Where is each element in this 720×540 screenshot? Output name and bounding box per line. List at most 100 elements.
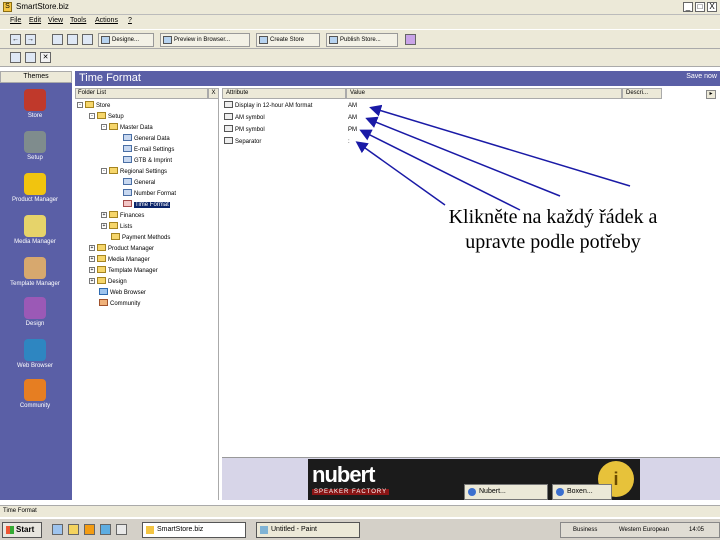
folder-icon: [109, 167, 118, 174]
folder-icon: [109, 123, 118, 130]
menu-file[interactable]: File: [10, 17, 21, 24]
task-paint[interactable]: Untitled - Paint: [256, 522, 360, 538]
title-bar: S SmartStore.biz _ □ X: [0, 0, 720, 15]
designer-button[interactable]: Designe...: [98, 33, 154, 47]
browser-tab-boxen[interactable]: Boxen...: [552, 484, 612, 500]
status-bar: Time Format: [0, 505, 720, 517]
save-icon[interactable]: [25, 52, 36, 63]
folder-icon[interactable]: [52, 34, 63, 45]
column-header-value[interactable]: Value: [346, 88, 622, 99]
settings-icon: [123, 178, 132, 185]
delete-icon[interactable]: ✕: [40, 52, 51, 63]
tree-item-regional-settings[interactable]: - Regional Settings: [101, 167, 167, 177]
tree-item-master-data[interactable]: - Master Data: [101, 123, 153, 133]
tree-item-store[interactable]: - Store: [77, 101, 110, 111]
folder-icon: [97, 266, 106, 273]
column-header-attribute[interactable]: Attribute: [222, 88, 346, 99]
start-button[interactable]: Start: [2, 522, 42, 538]
annotation-line-1: Klikněte na každý řádek a: [448, 206, 658, 228]
quicklaunch-desktop-icon[interactable]: [100, 524, 111, 535]
tree-item-general-data[interactable]: General Data: [123, 134, 170, 144]
task-smartstore[interactable]: SmartStore.biz: [142, 522, 246, 538]
browser-tab-icon: [468, 488, 476, 496]
settings-icon: [123, 156, 132, 163]
tray-keyboard-layout[interactable]: Western European: [619, 523, 669, 537]
book-icon[interactable]: [405, 34, 416, 45]
design-icon: [24, 297, 46, 319]
quicklaunch-app-icon[interactable]: [84, 524, 95, 535]
settings-icon: [123, 145, 132, 152]
sidebar-item-template-manager[interactable]: Template Manager: [0, 257, 70, 287]
settings-icon: [123, 134, 132, 141]
tree-item-general[interactable]: General: [123, 178, 155, 188]
minimize-button[interactable]: _: [683, 2, 693, 12]
quicklaunch-ie-icon[interactable]: [52, 524, 63, 535]
page-title: Time Format: [79, 72, 141, 84]
sidebar-item-store[interactable]: Store: [0, 89, 70, 119]
menu-actions[interactable]: Actions: [95, 17, 118, 24]
annotation-text: Klikněte na každý řádek a upravte podle …: [408, 205, 698, 255]
tree-item-lists[interactable]: + Lists: [101, 222, 132, 232]
properties-icon[interactable]: [82, 34, 93, 45]
tree-item-number-format[interactable]: Number Format: [123, 189, 176, 199]
sidebar-item-community[interactable]: Community: [0, 379, 70, 409]
menu-tools[interactable]: Tools: [70, 17, 86, 24]
table-row[interactable]: AM symbol AM: [222, 113, 662, 124]
setup-icon: [24, 131, 46, 153]
new-icon[interactable]: [10, 52, 21, 63]
sidebar-item-product-manager[interactable]: Product Manager: [0, 173, 70, 203]
folder-icon: [97, 277, 106, 284]
tree-item-gtb-imprint[interactable]: GTB & Imprint: [123, 156, 172, 166]
quicklaunch-folder-icon[interactable]: [68, 524, 79, 535]
web-browser-icon: [24, 339, 46, 361]
copy-icon[interactable]: [67, 34, 78, 45]
tree-item-setup[interactable]: - Setup: [89, 112, 124, 122]
column-header-description[interactable]: Descri...: [622, 88, 662, 99]
tree-item-email-settings[interactable]: E-mail Settings: [123, 145, 174, 155]
tree-item-time-format[interactable]: Time Format: [123, 200, 170, 210]
paint-task-icon: [260, 526, 268, 534]
folder-list-pane: Folder List X - Store - Setup - Master Data…: [75, 88, 219, 500]
menu-edit[interactable]: Edit: [29, 17, 41, 24]
sidebar-item-design[interactable]: Design: [0, 297, 70, 327]
settings-icon: [123, 189, 132, 196]
themes-sidebar: Store Setup Product Manager Media Manage…: [0, 83, 72, 500]
save-now-button[interactable]: Save now: [686, 73, 717, 80]
maximize-button[interactable]: □: [695, 2, 705, 12]
browser-tab-nubert[interactable]: Nubert...: [464, 484, 548, 500]
create-store-button[interactable]: Create Store: [256, 33, 320, 47]
tree-item-media-manager[interactable]: + Media Manager: [89, 255, 150, 265]
tree-item-design[interactable]: + Design: [89, 277, 127, 287]
tree-item-payment-methods[interactable]: Payment Methods: [111, 233, 170, 243]
quicklaunch-media-icon[interactable]: [116, 524, 127, 535]
menu-view[interactable]: View: [48, 17, 63, 24]
product-manager-icon: [24, 173, 46, 195]
folder-icon: [97, 244, 106, 251]
tree-item-community[interactable]: Community: [99, 299, 140, 309]
folder-list-header: Folder List: [75, 88, 208, 99]
preview-in-browser-button[interactable]: Preview in Browser...: [160, 33, 250, 47]
tray-business[interactable]: Business: [573, 523, 597, 537]
table-row[interactable]: Separator:: [222, 137, 662, 148]
tree-item-template-manager[interactable]: + Template Manager: [89, 266, 158, 276]
tree-item-finances[interactable]: + Finances: [101, 211, 144, 221]
close-button[interactable]: X: [707, 2, 717, 12]
sidebar-item-media-manager[interactable]: Media Manager: [0, 215, 70, 245]
smartstore-task-icon: [146, 526, 154, 534]
table-row[interactable]: PM symbol PM: [222, 125, 662, 136]
forward-icon[interactable]: →: [25, 34, 36, 45]
taskbar: Start SmartStore.biz Untitled - Paint Bu…: [0, 518, 720, 540]
sidebar-item-web-browser[interactable]: Web Browser: [0, 339, 70, 369]
folder-list-close-icon[interactable]: X: [208, 88, 219, 99]
banner-logo: nubert: [312, 462, 375, 487]
table-row[interactable]: Display in 12-hour AM format AM: [222, 101, 662, 112]
window-title: SmartStore.biz: [16, 2, 69, 11]
publish-store-button[interactable]: Publish Store...: [326, 33, 398, 47]
scroll-right-icon[interactable]: ▸: [706, 90, 716, 99]
tree-item-web-browser[interactable]: Web Browser: [99, 288, 146, 298]
tree-item-product-manager[interactable]: + Product Manager: [89, 244, 154, 254]
sidebar-item-setup[interactable]: Setup: [0, 131, 70, 161]
attribute-icon: [224, 101, 233, 108]
back-icon[interactable]: ←: [10, 34, 21, 45]
menu-help[interactable]: ?: [128, 17, 132, 24]
